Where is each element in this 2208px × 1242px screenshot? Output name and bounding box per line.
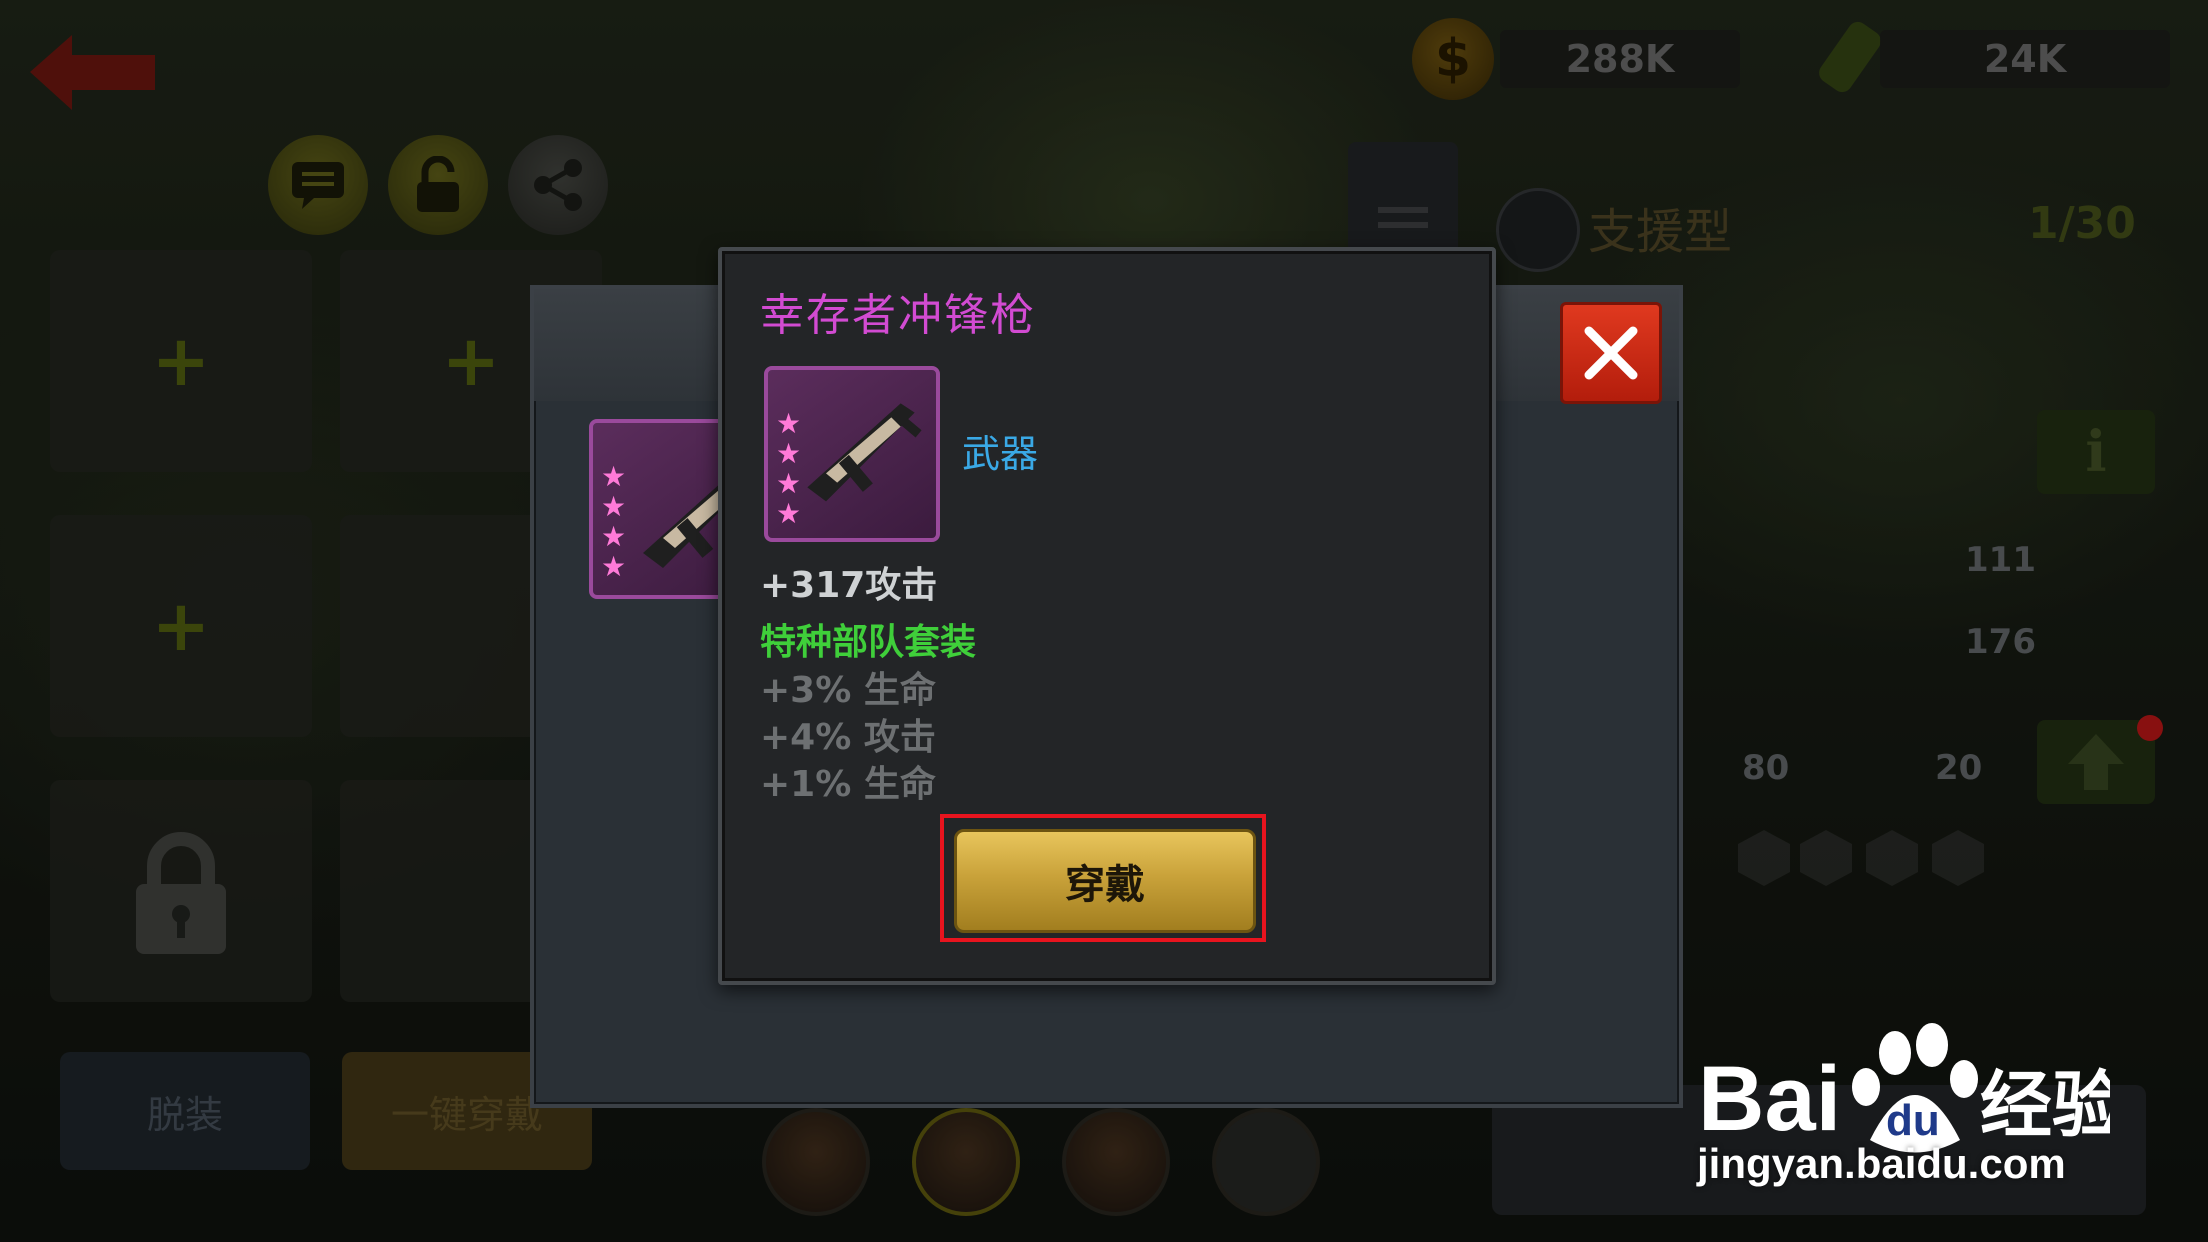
close-button[interactable] <box>1560 302 1662 404</box>
set-bonus: +1% 生命 <box>760 764 936 805</box>
set-name: 特种部队套装 <box>760 622 977 663</box>
svg-text:du: du <box>1886 1096 1940 1145</box>
set-bonus: +4% 攻击 <box>760 717 936 758</box>
highlight-box <box>940 814 1266 942</box>
item-attack-stat: +317攻击 <box>760 565 938 606</box>
item-name: 幸存者冲锋枪 <box>760 290 1036 341</box>
svg-text:经验: 经验 <box>1980 1063 2110 1147</box>
item-type: 武器 <box>962 432 1039 476</box>
smg-icon <box>807 403 922 502</box>
item-thumbnail: ★ ★ ★ ★ <box>764 366 940 542</box>
star-rating: ★ ★ ★ ★ <box>601 460 627 583</box>
svg-text:Bai: Bai <box>1698 1048 1841 1150</box>
watermark-url: jingyan.baidu.com <box>1697 1140 2066 1187</box>
close-icon <box>1584 326 1638 380</box>
set-bonus: +3% 生命 <box>760 670 936 711</box>
